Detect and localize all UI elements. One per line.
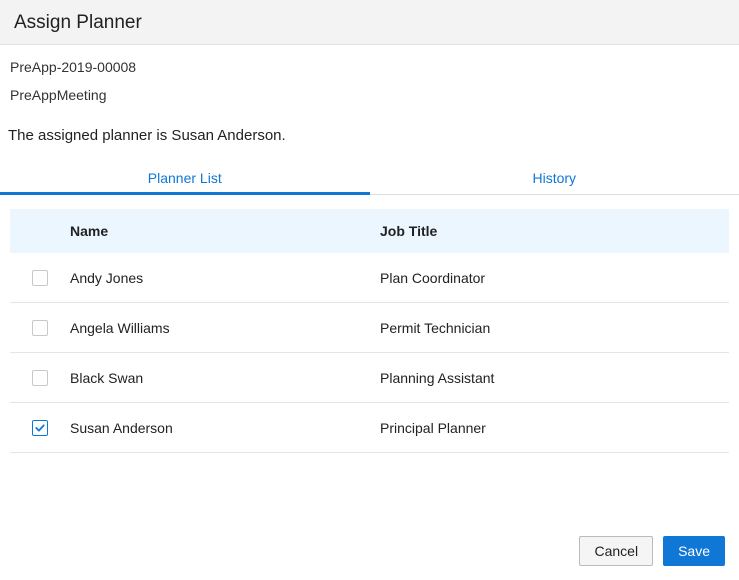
assigned-planner-text: The assigned planner is Susan Anderson.: [0, 119, 739, 160]
table-header-job-title: Job Title: [380, 223, 729, 239]
record-type: PreAppMeeting: [10, 87, 729, 103]
dialog-footer: Cancel Save: [579, 536, 725, 566]
record-meta: PreApp-2019-00008 PreAppMeeting: [0, 45, 739, 119]
table-row: Susan AndersonPrincipal Planner: [10, 403, 729, 453]
table-row: Black SwanPlanning Assistant: [10, 353, 729, 403]
row-job-title: Permit Technician: [380, 320, 729, 336]
table-row: Andy JonesPlan Coordinator: [10, 253, 729, 303]
planner-table: Name Job Title Andy JonesPlan Coordinato…: [0, 209, 739, 453]
page-title: Assign Planner: [14, 12, 725, 34]
check-icon: [34, 422, 46, 434]
row-checkbox[interactable]: [32, 370, 48, 386]
row-check-cell: [10, 320, 70, 336]
save-button[interactable]: Save: [663, 536, 725, 566]
table-header-name: Name: [70, 223, 380, 239]
tab-history[interactable]: History: [370, 160, 739, 195]
cancel-button[interactable]: Cancel: [579, 536, 653, 566]
row-check-cell: [10, 420, 70, 436]
row-name: Angela Williams: [70, 320, 380, 336]
row-job-title: Plan Coordinator: [380, 270, 729, 286]
row-name: Black Swan: [70, 370, 380, 386]
table-header-row: Name Job Title: [10, 209, 729, 253]
row-check-cell: [10, 370, 70, 386]
dialog-header: Assign Planner: [0, 0, 739, 45]
tab-planner-list[interactable]: Planner List: [0, 160, 370, 195]
row-checkbox[interactable]: [32, 320, 48, 336]
tabs: Planner List History: [0, 160, 739, 195]
row-checkbox[interactable]: [32, 420, 48, 436]
row-name: Andy Jones: [70, 270, 380, 286]
row-checkbox[interactable]: [32, 270, 48, 286]
row-check-cell: [10, 270, 70, 286]
record-id: PreApp-2019-00008: [10, 59, 729, 75]
table-row: Angela WilliamsPermit Technician: [10, 303, 729, 353]
row-job-title: Planning Assistant: [380, 370, 729, 386]
row-name: Susan Anderson: [70, 420, 380, 436]
row-job-title: Principal Planner: [380, 420, 729, 436]
